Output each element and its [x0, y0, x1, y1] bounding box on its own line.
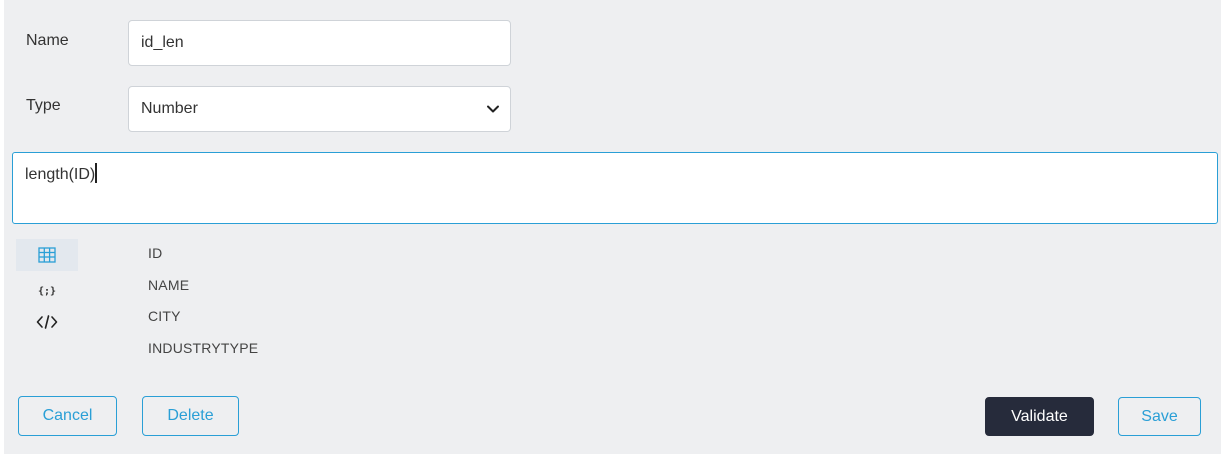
field-item-industrytype[interactable]: INDUSTRYTYPE [148, 340, 258, 356]
table-grid-icon [38, 247, 56, 263]
type-select-value: Number [141, 100, 198, 117]
field-item-id[interactable]: ID [148, 245, 162, 261]
name-input-value: id_len [141, 34, 184, 51]
cancel-button[interactable]: Cancel [18, 396, 117, 436]
tab-columns[interactable] [16, 239, 78, 271]
tab-code[interactable] [16, 306, 78, 338]
name-input[interactable]: id_len [128, 20, 511, 66]
name-label: Name [26, 32, 69, 49]
field-item-city[interactable]: CITY [148, 308, 181, 324]
delete-button[interactable]: Delete [142, 396, 239, 436]
type-label: Type [26, 97, 61, 114]
chevron-down-icon [487, 105, 499, 113]
svg-text:{;}: {;} [38, 286, 56, 297]
calculated-field-panel: Name id_len Type Number length(ID) {;} I… [4, 0, 1221, 454]
save-button[interactable]: Save [1118, 397, 1201, 436]
expression-editor[interactable]: length(ID) [12, 152, 1218, 224]
expression-text: length(ID) [25, 166, 96, 183]
validate-button[interactable]: Validate [985, 397, 1094, 436]
tab-functions[interactable]: {;} [16, 274, 78, 306]
field-item-name[interactable]: NAME [148, 277, 189, 293]
text-caret [95, 163, 97, 183]
code-tag-icon [36, 315, 58, 329]
braces-icon: {;} [38, 286, 56, 297]
type-select[interactable]: Number [128, 86, 511, 132]
